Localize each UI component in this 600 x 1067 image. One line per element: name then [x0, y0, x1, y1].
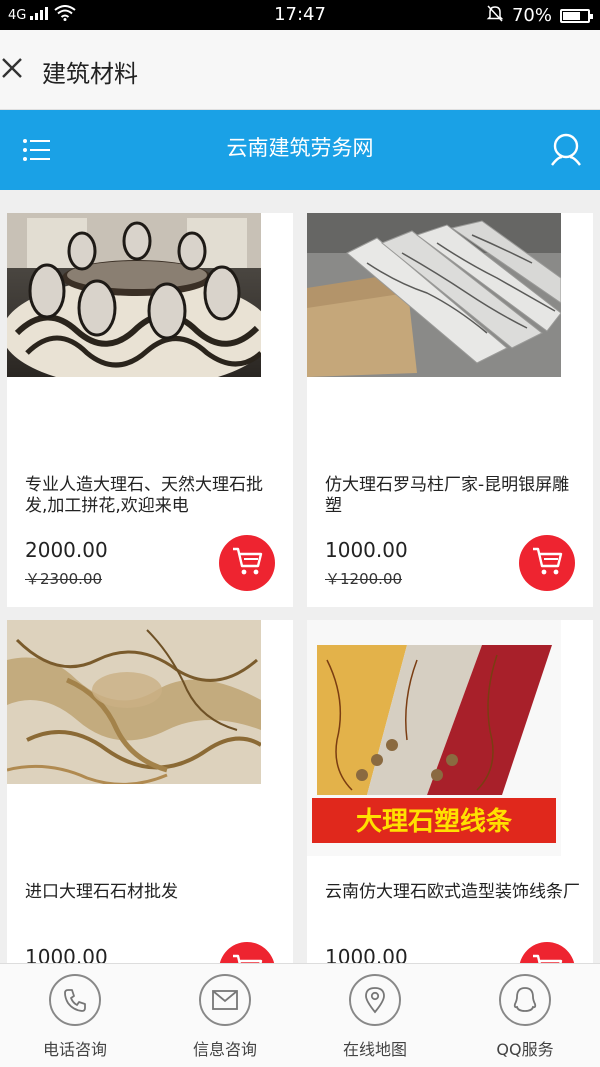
product-name[interactable]: 云南仿大理石欧式造型装饰线条厂: [325, 882, 585, 903]
bell-muted-icon: [486, 4, 504, 27]
product-price: 2000.00: [25, 538, 108, 562]
cart-icon: [231, 546, 263, 580]
phone-icon: [49, 974, 101, 1026]
add-to-cart-button[interactable]: [219, 535, 275, 591]
battery-icon: [560, 8, 593, 23]
nav-qq[interactable]: QQ服务: [450, 974, 600, 1060]
marble-trim-image: 大理石塑线条: [307, 620, 561, 856]
status-right: 70%: [486, 4, 593, 27]
nav-label: 电话咨询: [42, 1040, 107, 1059]
add-to-cart-button[interactable]: [219, 942, 275, 963]
map-pin-icon: [349, 974, 401, 1026]
nav-map[interactable]: 在线地图: [300, 974, 450, 1060]
product-card[interactable]: 大理石塑线条 云南仿大理石欧式造型装饰线条厂 1000.00: [307, 620, 593, 963]
product-card[interactable]: 专业人造大理石、天然大理石批发,加工拼花,欢迎来电 2000.00 ￥2300.…: [7, 213, 293, 607]
product-old-price: ￥2300.00: [25, 570, 103, 588]
site-header: 云南建筑劳务网: [0, 110, 600, 190]
product-price: 1000.00: [325, 538, 408, 562]
image-caption: 大理石塑线条: [356, 807, 513, 837]
add-to-cart-button[interactable]: [519, 535, 575, 591]
battery-level: [563, 11, 580, 20]
product-card[interactable]: 进口大理石石材批发 1000.00: [7, 620, 293, 963]
product-grid: 专业人造大理石、天然大理石批发,加工拼花,欢迎来电 2000.00 ￥2300.…: [0, 190, 600, 963]
product-name[interactable]: 仿大理石罗马柱厂家-昆明银屏雕塑: [325, 475, 585, 517]
product-name[interactable]: 专业人造大理石、天然大理石批发,加工拼花,欢迎来电: [25, 475, 285, 517]
nav-phone[interactable]: 电话咨询: [0, 974, 150, 1060]
user-icon[interactable]: [550, 132, 582, 168]
cart-icon: [231, 953, 263, 963]
marble-dining-floor-image: [7, 213, 261, 377]
product-price: 1000.00: [325, 945, 408, 963]
page-title: 建筑材料: [42, 60, 138, 88]
close-button[interactable]: [0, 50, 24, 90]
marble-slab-image: [7, 620, 261, 784]
qq-icon: [499, 974, 551, 1026]
product-card[interactable]: 仿大理石罗马柱厂家-昆明银屏雕塑 1000.00 ￥1200.00: [307, 213, 593, 607]
product-name[interactable]: 进口大理石石材批发: [25, 882, 285, 903]
close-icon: [1, 57, 23, 83]
cart-icon: [531, 546, 563, 580]
mail-icon: [199, 974, 251, 1026]
bottom-nav: 电话咨询 信息咨询 在线地图 QQ服务: [0, 963, 600, 1067]
battery-percent: 70%: [511, 5, 552, 26]
nav-label: 信息咨询: [192, 1040, 257, 1059]
product-old-price: ￥1200.00: [325, 570, 403, 588]
site-title: 云南建筑劳务网: [226, 136, 374, 160]
faux-marble-columns-image: [307, 213, 561, 377]
product-price: 1000.00: [25, 945, 108, 963]
nav-message[interactable]: 信息咨询: [150, 974, 300, 1060]
title-bar: 建筑材料: [0, 30, 600, 110]
nav-label: QQ服务: [496, 1040, 554, 1059]
add-to-cart-button[interactable]: [519, 942, 575, 963]
nav-label: 在线地图: [342, 1040, 407, 1059]
cart-icon: [531, 953, 563, 963]
status-bar: 4G 17:47 70%: [0, 0, 600, 30]
